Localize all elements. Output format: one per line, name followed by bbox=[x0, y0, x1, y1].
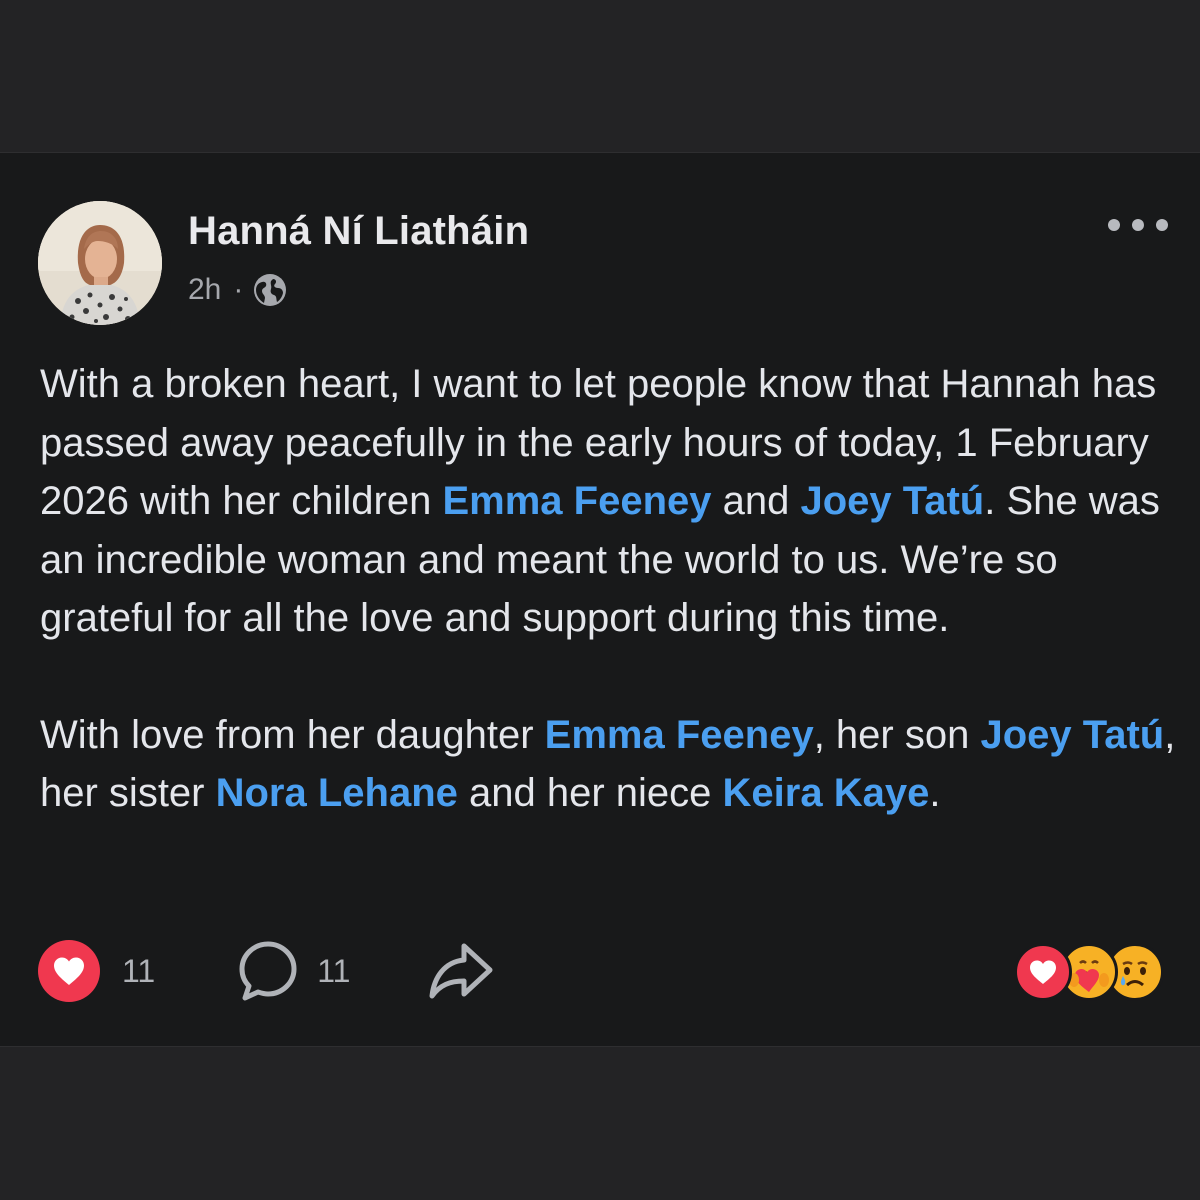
mention-link[interactable]: Nora Lehane bbox=[216, 771, 458, 815]
comment-button[interactable]: 11 bbox=[237, 940, 350, 1002]
post-paragraph: With love from her daughter Emma Feeney,… bbox=[40, 706, 1180, 823]
comment-icon bbox=[239, 941, 297, 1001]
like-count[interactable]: 11 bbox=[122, 953, 155, 990]
more-dot bbox=[1108, 219, 1120, 231]
post-text: . bbox=[929, 771, 941, 815]
more-dot bbox=[1156, 219, 1168, 231]
post-text: , her son bbox=[813, 712, 981, 757]
mention-link[interactable]: Keira Kaye bbox=[723, 771, 930, 815]
post-text: and bbox=[711, 479, 801, 523]
share-icon bbox=[429, 943, 493, 999]
like-button[interactable] bbox=[38, 940, 100, 1002]
heart-icon bbox=[54, 957, 84, 985]
more-dot bbox=[1132, 219, 1144, 231]
globe-icon[interactable] bbox=[253, 273, 287, 307]
post-meta: 2h · bbox=[188, 273, 287, 307]
meta-separator: · bbox=[233, 273, 244, 306]
author-name[interactable]: Hanná Ní Liatháin bbox=[188, 209, 529, 254]
post-card: Hanná Ní Liatháin 2h · With a broken hea… bbox=[0, 152, 1200, 1047]
comment-count[interactable]: 11 bbox=[317, 953, 350, 990]
share-button[interactable] bbox=[428, 940, 494, 1002]
reaction-summary[interactable] bbox=[1014, 943, 1164, 1001]
post-time[interactable]: 2h bbox=[188, 273, 221, 307]
more-options-button[interactable] bbox=[1108, 213, 1168, 237]
post-text: and her niece bbox=[457, 771, 723, 815]
avatar-image bbox=[38, 201, 162, 325]
post-body: With a broken heart, I want to let peopl… bbox=[40, 355, 1180, 823]
mention-link[interactable]: Emma Feeney bbox=[442, 479, 711, 523]
post-paragraph: With a broken heart, I want to let peopl… bbox=[40, 355, 1180, 648]
mention-link[interactable]: Joey Tatú bbox=[800, 479, 984, 523]
post-text: With love from her daughter bbox=[40, 712, 545, 757]
mention-link[interactable]: Joey Tatú bbox=[980, 713, 1164, 757]
screen: Hanná Ní Liatháin 2h · With a broken hea… bbox=[0, 0, 1200, 1200]
love-reaction-icon bbox=[1014, 943, 1072, 1001]
avatar[interactable] bbox=[38, 201, 162, 325]
mention-link[interactable]: Emma Feeney bbox=[545, 713, 814, 757]
action-bar: 11 11 bbox=[38, 939, 494, 1003]
